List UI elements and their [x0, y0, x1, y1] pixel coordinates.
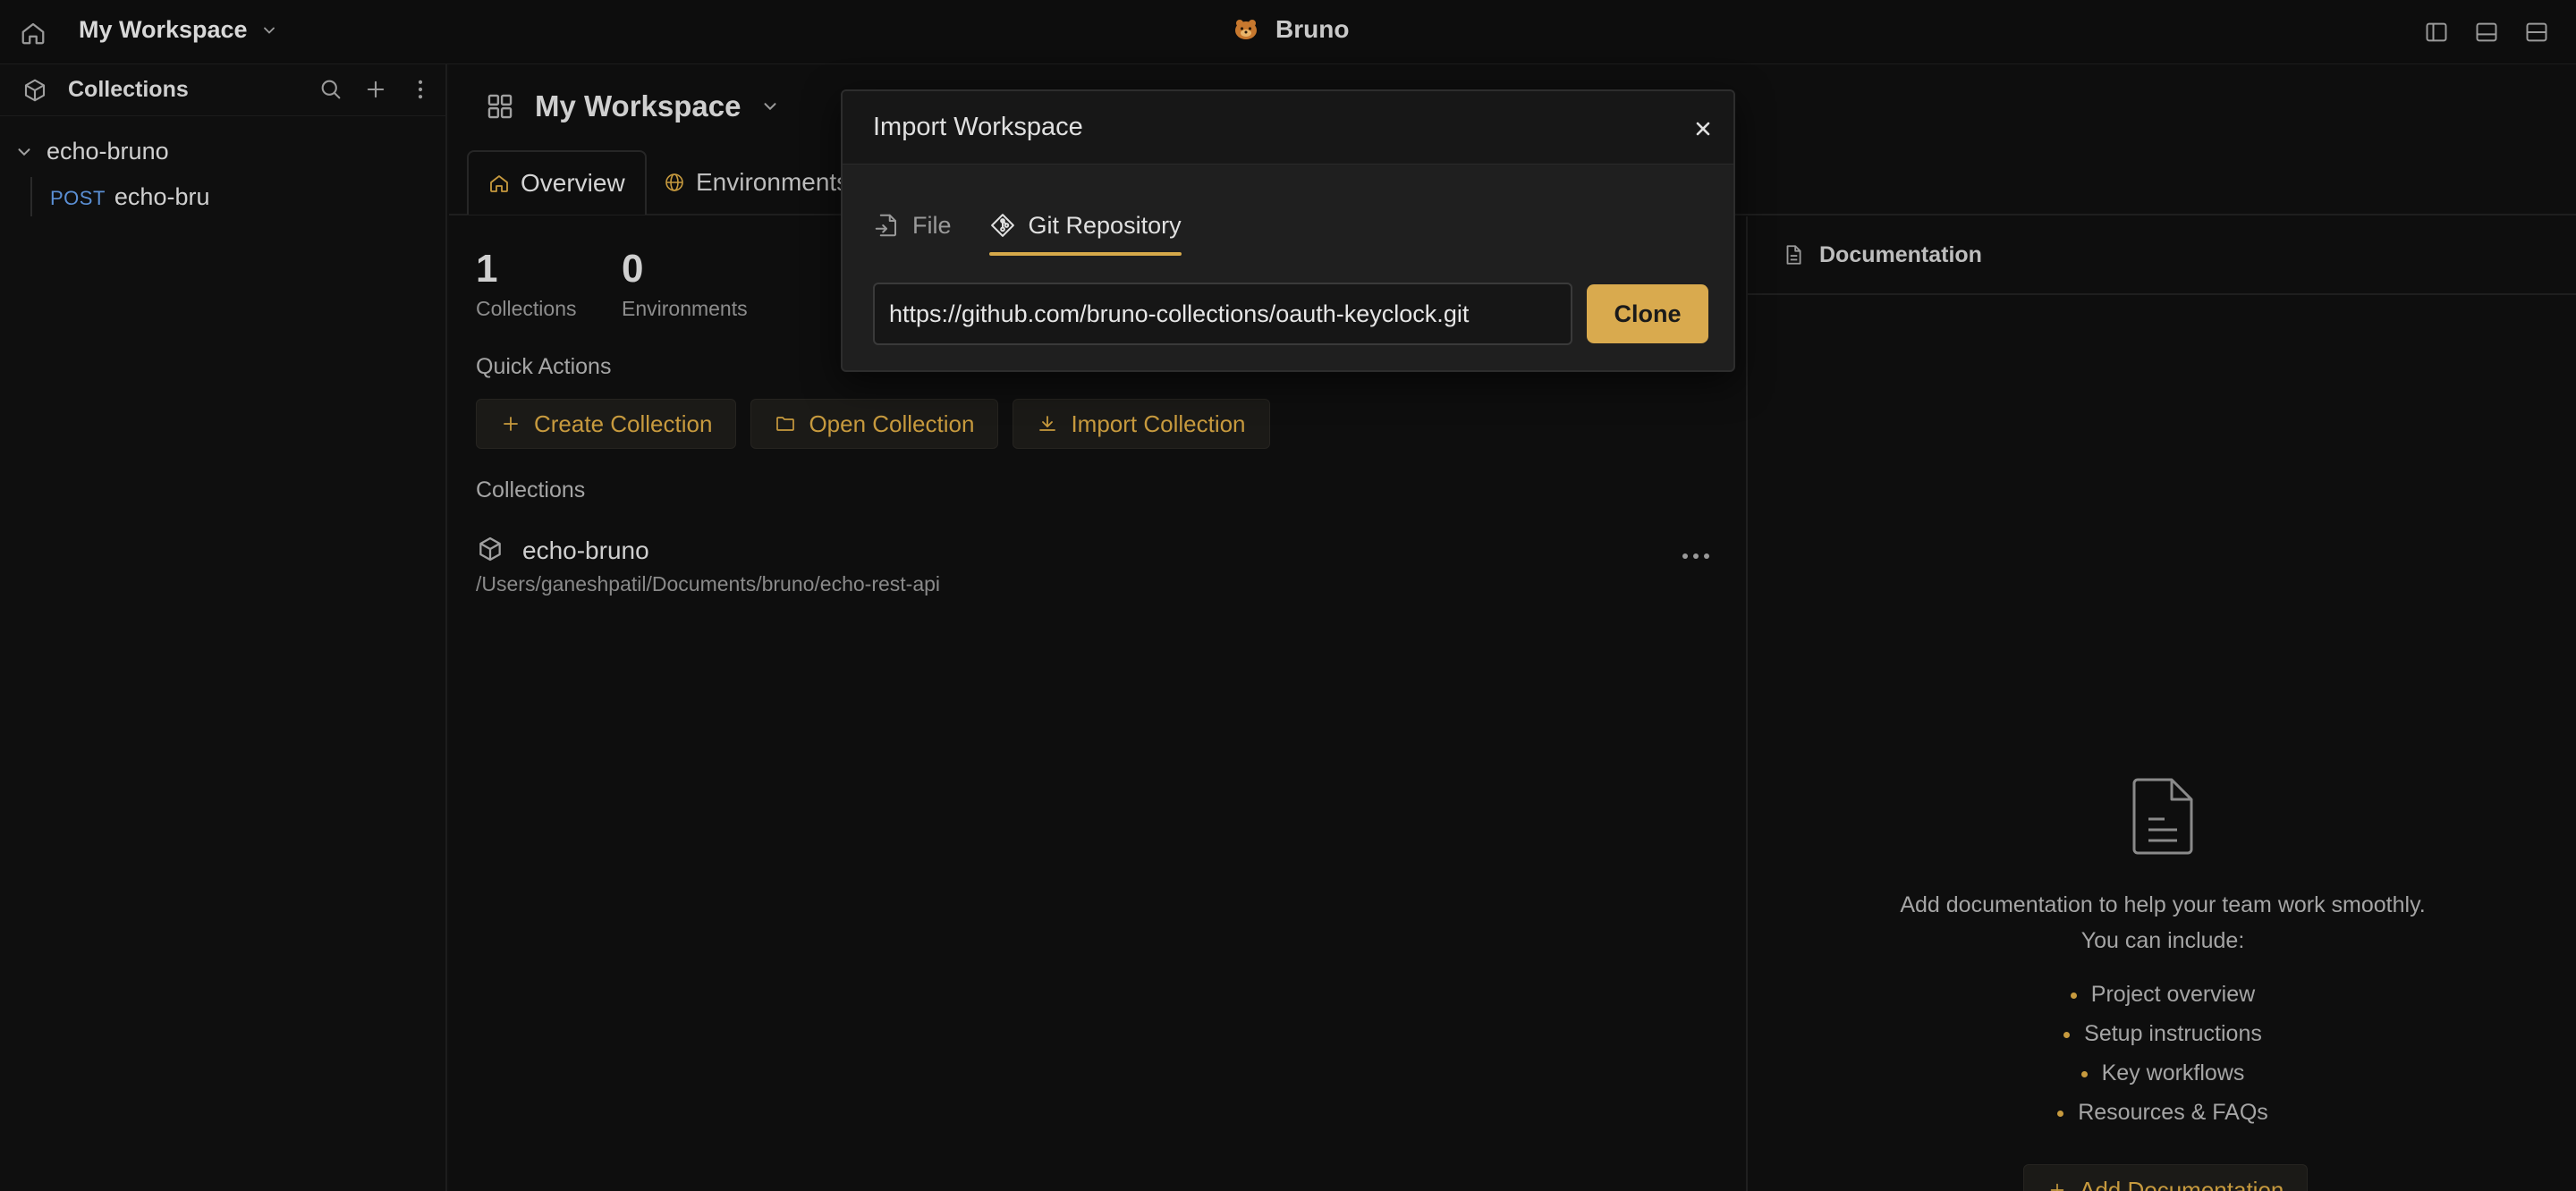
- import-collection-button[interactable]: Import Collection: [1013, 399, 1270, 449]
- documentation-title: Documentation: [1819, 241, 1982, 267]
- download-icon: [1037, 413, 1058, 435]
- document-icon: [1782, 243, 1805, 266]
- more-vertical-icon[interactable]: [408, 77, 433, 102]
- list-item: Project overview: [1748, 975, 2576, 1014]
- workspace-name: My Workspace: [79, 16, 248, 43]
- toggle-split-layout-icon[interactable]: [2524, 20, 2549, 45]
- chevron-down-icon: [14, 142, 34, 162]
- button-label: Import Collection: [1071, 410, 1246, 437]
- list-item: Resources & FAQs: [1748, 1093, 2576, 1132]
- request-name: echo-bru: [114, 183, 210, 210]
- button-label: Create Collection: [534, 410, 713, 437]
- documentation-empty-text: Add documentation to help your team work…: [1748, 887, 2576, 959]
- import-workspace-modal: Import Workspace File Git Repository Clo…: [841, 89, 1735, 372]
- app-brand: Bruno: [1233, 15, 1349, 44]
- sidebar-request-item[interactable]: POST echo-bru: [50, 183, 209, 211]
- toggle-bottom-panel-icon[interactable]: [2474, 20, 2499, 45]
- sidebar-title: Collections: [68, 77, 189, 102]
- sidebar: Collections echo-bruno POST echo-bru: [0, 64, 447, 1191]
- stat-label: Collections: [476, 297, 577, 320]
- cube-icon: [476, 535, 504, 563]
- git-icon: [989, 212, 1016, 239]
- plus-icon: [500, 413, 521, 435]
- tab-file[interactable]: File: [873, 202, 952, 249]
- modal-header: Import Workspace: [843, 91, 1733, 165]
- open-collection-button[interactable]: Open Collection: [750, 399, 999, 449]
- stat-value: 0: [622, 247, 644, 291]
- plus-icon[interactable]: [363, 77, 388, 102]
- folder-icon: [775, 413, 796, 435]
- home-icon[interactable]: [20, 20, 47, 46]
- tab-label: File: [912, 211, 952, 239]
- tab-label: Environments: [696, 168, 850, 196]
- collection-card[interactable]: echo-bruno /Users/ganeshpatil/Documents/…: [476, 529, 1719, 601]
- git-url-input[interactable]: [873, 283, 1572, 345]
- quick-actions: Create Collection Open Collection Import…: [476, 399, 1270, 449]
- add-documentation-button[interactable]: Add Documentation: [2023, 1164, 2309, 1191]
- tree-indent-line: [30, 177, 32, 216]
- create-collection-button[interactable]: Create Collection: [476, 399, 737, 449]
- clone-button[interactable]: Clone: [1587, 284, 1708, 343]
- chevron-down-icon[interactable]: [760, 97, 780, 116]
- collections-cube-icon: [21, 77, 48, 104]
- documentation-empty-line-1: Add documentation to help your team work…: [1900, 892, 2426, 917]
- grid-icon: [485, 91, 515, 122]
- modal-tabs: File Git Repository: [873, 202, 1182, 256]
- document-large-icon: [2129, 776, 2197, 857]
- modal-title: Import Workspace: [873, 113, 1083, 141]
- bruno-logo-icon: [1233, 16, 1259, 43]
- collection-card-name: echo-bruno: [522, 536, 649, 564]
- toggle-sidebar-icon[interactable]: [2424, 20, 2449, 45]
- stat-value: 1: [476, 247, 498, 291]
- globe-icon: [664, 172, 685, 193]
- quick-actions-title: Quick Actions: [476, 354, 612, 379]
- workspace-title: My Workspace: [535, 89, 741, 122]
- method-badge: POST: [50, 187, 106, 209]
- close-icon[interactable]: [1692, 118, 1714, 139]
- search-icon[interactable]: [318, 77, 343, 102]
- list-item: Key workflows: [1748, 1053, 2576, 1093]
- tab-label: Overview: [521, 169, 625, 197]
- tab-git-repository[interactable]: Git Repository: [988, 202, 1182, 256]
- collections-title: Collections: [476, 477, 586, 503]
- sidebar-collection-echo-bruno[interactable]: echo-bruno: [14, 138, 169, 165]
- documentation-suggestions: Project overview Setup instructions Key …: [1748, 975, 2576, 1132]
- tab-environments[interactable]: Environments: [644, 150, 869, 215]
- title-bar: My Workspace Bruno: [0, 0, 2576, 64]
- workspace-header: My Workspace: [485, 89, 780, 123]
- list-item: Setup instructions: [1748, 1014, 2576, 1053]
- sidebar-header: Collections: [0, 64, 447, 116]
- stat-collections: 1 Collections: [476, 247, 577, 321]
- plus-icon: [2047, 1180, 2067, 1191]
- collection-name: echo-bruno: [47, 138, 169, 165]
- home-icon: [488, 173, 510, 194]
- workspace-switcher[interactable]: My Workspace: [79, 16, 278, 44]
- tab-overview[interactable]: Overview: [467, 150, 647, 215]
- documentation-empty-line-2: You can include:: [2080, 928, 2245, 953]
- tab-label: Git Repository: [1028, 211, 1182, 239]
- button-label: Add Documentation: [2080, 1176, 2284, 1191]
- app-name: Bruno: [1275, 15, 1350, 43]
- documentation-header: Documentation: [1748, 216, 2576, 295]
- documentation-panel: Documentation Add documentation to help …: [1746, 216, 2576, 1191]
- layout-controls: [2424, 20, 2549, 45]
- file-import-icon: [873, 212, 900, 239]
- chevron-down-icon: [260, 21, 278, 39]
- more-horizontal-icon[interactable]: [1680, 549, 1712, 563]
- button-label: Open Collection: [809, 410, 975, 437]
- stat-environments: 0 Environments: [622, 247, 748, 321]
- collection-card-path: /Users/ganeshpatil/Documents/bruno/echo-…: [476, 572, 941, 596]
- stat-label: Environments: [622, 297, 748, 320]
